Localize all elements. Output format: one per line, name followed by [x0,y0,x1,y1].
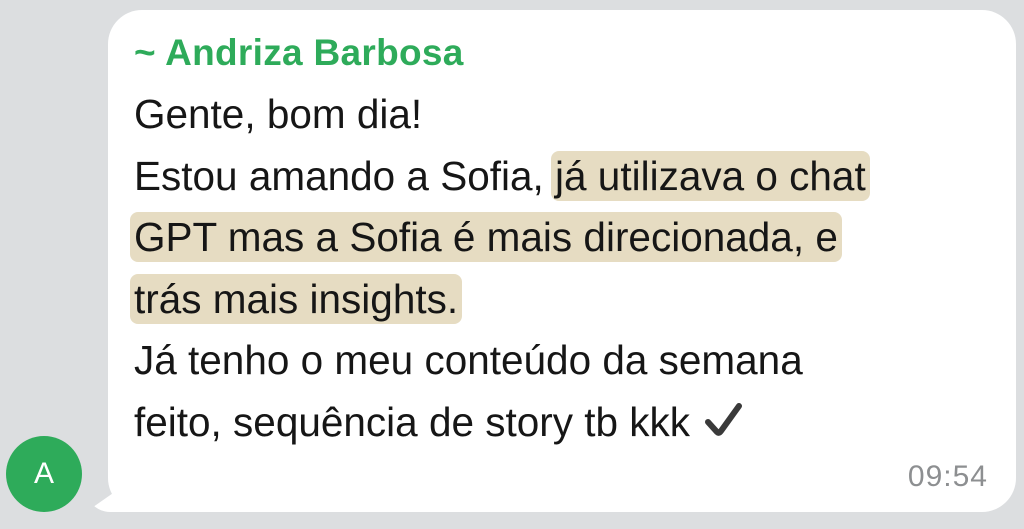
message-line: Já tenho o meu conteúdo da semana [134,330,1004,392]
message-line: GPT mas a Sofia é mais direcionada, e [130,207,1004,269]
message-line-text: feito, sequência de story tb kkk [134,398,691,445]
chat-area: A ~ Andriza Barbosa Gente, bom dia! Esto… [0,0,1024,529]
message-line-text: Gente, bom dia! [134,91,423,137]
highlighted-text: GPT mas a Sofia é mais direcionada, e [130,212,842,262]
check-mark-icon [704,396,744,458]
message-text: Gente, bom dia! Estou amando a Sofia, já… [130,84,1004,458]
message-line: Estou amando a Sofia, já utilizava o cha… [134,146,1004,208]
message-line-text: Já tenho o meu conteúdo da semana [134,337,803,383]
message-line: Gente, bom dia! [134,84,1004,146]
message-line: feito, sequência de story tb kkk [134,392,1004,458]
avatar-initial: A [33,457,54,490]
message-line-text: Estou amando a Sofia, [134,152,556,199]
message-line: trás mais insights. [130,269,1004,331]
message-bubble[interactable]: ~ Andriza Barbosa Gente, bom dia! Estou … [108,10,1016,512]
highlighted-text: já utilizava o chat [551,150,870,201]
highlighted-text: trás mais insights. [130,273,463,324]
avatar[interactable]: A [6,436,82,512]
message-timestamp: 09:54 [907,460,988,493]
sender-name[interactable]: ~ Andriza Barbosa [134,32,464,74]
